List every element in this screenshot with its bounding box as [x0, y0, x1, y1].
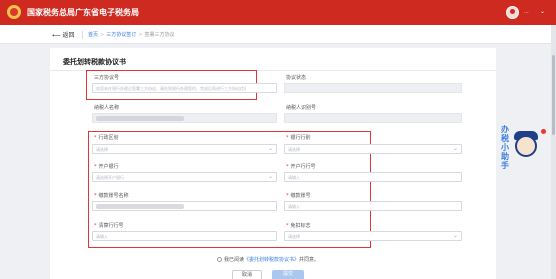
agreement-no-label: 三方协议号 — [94, 75, 120, 81]
assistant-label: 办税小助手 — [501, 125, 509, 169]
form-title: 委托划转税款协议书 — [63, 58, 126, 66]
agreement-status-field — [284, 83, 462, 93]
chevron-down-icon[interactable]: ⌄ — [540, 8, 545, 15]
bank-category-select[interactable]: 请选择 ⌄ — [284, 144, 462, 154]
clearing-bank-label: * 清算行行号 — [94, 223, 124, 229]
open-bank-select[interactable]: 请选择开户银行 ⌄ — [92, 172, 277, 182]
redacted-value — [96, 116, 184, 121]
consent-prefix: 我已阅读 — [224, 257, 245, 263]
consent-radio[interactable] — [217, 257, 222, 262]
divider — [82, 31, 83, 39]
clearing-bank-placeholder: 请输入 — [96, 234, 108, 239]
account-no-label: * 缴款账号 — [286, 193, 311, 199]
agreement-link[interactable]: 《委托划转税款协议书》 — [244, 257, 299, 263]
open-bank-no-input[interactable]: 请输入 — [284, 172, 462, 182]
user-name[interactable]: ... — [524, 9, 529, 15]
taxpayer-name-field — [92, 113, 277, 123]
consent-suffix: 并同意。 — [299, 257, 320, 263]
taxpayer-id-label: 纳税人识别号 — [286, 105, 317, 111]
open-bank-no-label: * 开户行行号 — [286, 164, 316, 170]
cancel-button[interactable]: 取消 — [232, 270, 262, 279]
chevron-down-icon: ⌄ — [452, 232, 458, 239]
account-name-label: * 缴款账号名称 — [94, 193, 129, 199]
page-scrollbar[interactable] — [551, 25, 556, 279]
open-bank-placeholder: 请选择开户银行 — [96, 175, 124, 180]
gov-bank-flag-select[interactable]: 请选择 ⌄ — [284, 231, 462, 241]
arrow-left-icon: ⟵ — [52, 32, 63, 39]
assistant-avatar-icon — [515, 135, 537, 157]
chevron-down-icon: ⌄ — [267, 145, 273, 152]
taxpayer-name-label: 纳税人名称 — [94, 105, 120, 111]
navigation-bar: ⟵ 返回 首页 > 三方协议签订 > 签署三方协议 — [0, 25, 556, 44]
agreement-consent: 我已阅读《委托划转税款协议书》并同意。 — [217, 256, 319, 263]
admin-region-label: * 行政区划 — [94, 135, 119, 141]
back-button[interactable]: ⟵ 返回 — [52, 30, 75, 39]
breadcrumb-home[interactable]: 首页 — [88, 32, 98, 38]
back-label: 返回 — [62, 32, 75, 39]
agreement-no-placeholder: 若您未在银行办理过签署三方协议，请先到银行办理签约，完成后再进行三方协议信息录入 — [96, 86, 246, 91]
agreement-status-label: 协议状态 — [286, 75, 307, 81]
taxpayer-id-field — [284, 113, 462, 123]
breadcrumb-separator: > — [138, 32, 143, 38]
submit-button[interactable]: 提交 — [272, 270, 304, 279]
app-title: 国家税务总局广东省电子税务局 — [27, 8, 139, 17]
chevron-down-icon: ⌄ — [452, 145, 458, 152]
gov-bank-flag-label: * 免扣标志 — [286, 223, 311, 229]
agreement-no-input[interactable]: 若您未在银行办理过签署三方协议，请先到银行办理签约，完成后再进行三方协议信息录入 — [92, 83, 277, 93]
breadcrumb-agreement[interactable]: 三方协议签订 — [106, 32, 136, 38]
bank-category-label: * 银行行别 — [286, 135, 311, 141]
bank-category-placeholder: 请选择 — [288, 147, 300, 152]
chevron-down-icon: ⌄ — [267, 173, 273, 180]
breadcrumb-separator: > — [100, 32, 105, 38]
open-bank-no-placeholder: 请输入 — [288, 175, 300, 180]
breadcrumb: 首页 > 三方协议签订 > 签署三方协议 — [88, 31, 174, 38]
user-avatar[interactable] — [506, 6, 519, 19]
clearing-bank-input[interactable]: 请输入 — [92, 231, 277, 241]
open-bank-label: * 开户银行 — [94, 164, 119, 170]
notification-dot-icon — [541, 129, 546, 134]
top-header: 国家税务总局广东省电子税务局 ... ⌄ — [0, 0, 556, 25]
account-name-input[interactable] — [92, 201, 277, 211]
gov-bank-flag-placeholder: 请选择 — [288, 234, 300, 239]
scrollbar-thumb[interactable] — [552, 55, 555, 135]
account-no-input[interactable]: 请输入 — [284, 201, 462, 211]
tax-emblem-logo — [7, 5, 21, 19]
admin-region-select[interactable]: 请选择 ⌄ — [92, 144, 277, 154]
tax-assistant-widget[interactable]: 办税小助手 — [501, 121, 546, 169]
breadcrumb-current: 签署三方协议 — [144, 32, 175, 38]
admin-region-placeholder: 请选择 — [96, 147, 108, 152]
redacted-value — [96, 204, 184, 209]
account-no-placeholder: 请输入 — [288, 204, 300, 209]
